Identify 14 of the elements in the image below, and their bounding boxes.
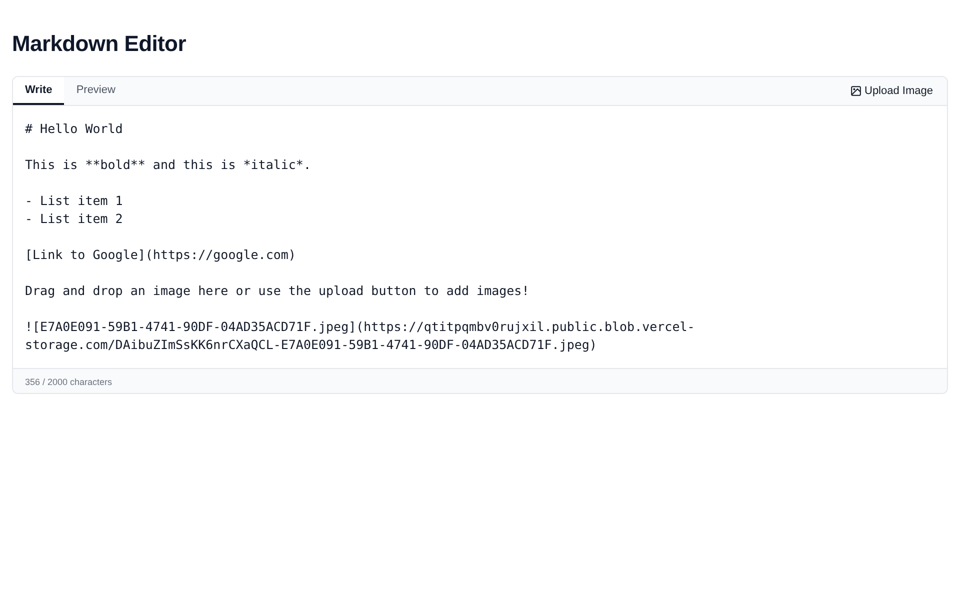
- editor-tab[interactable]: Write: [13, 77, 64, 105]
- image-icon: [850, 86, 860, 96]
- character-count: 356 / 2000 characters: [25, 377, 112, 387]
- editor-line: storage.com/DAibuZImSsKK6nrCXaQCL-E7A0E091-59B1-4741-90DF-04AD35ACD71F.jpeg): [25, 336, 598, 354]
- editor-line: # Hello World: [25, 120, 124, 138]
- editor-line: - List item 1: [25, 192, 124, 210]
- page-title: Markdown Editor: [12, 30, 187, 58]
- editor-tab[interactable]: Preview: [64, 77, 128, 105]
- upload-image-button[interactable]: Upload Image: [850, 77, 947, 105]
- editor-line: ![E7A0E091-59B1-4741-90DF-04AD35ACD71F.jpeg](https://qtitpqmbv0rujxil.public.blob.vercel-: [25, 318, 696, 336]
- editor-line: - List item 2: [25, 210, 124, 228]
- editor-line: Drag and drop an image here or use the upload button to add images!: [25, 282, 530, 300]
- editor-line: [Link to Google](https://google.com): [25, 246, 297, 264]
- editor-line: This is **bold** and this is *italic*.: [25, 156, 312, 174]
